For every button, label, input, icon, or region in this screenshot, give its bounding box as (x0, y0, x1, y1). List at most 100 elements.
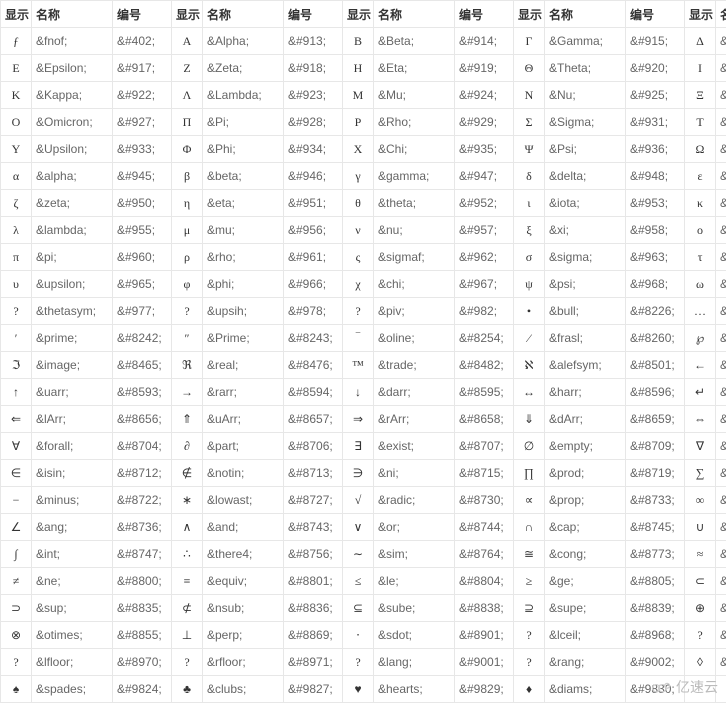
cell-name: &nsub; (203, 595, 284, 622)
cell-display: ? (1, 298, 32, 325)
cell-code: &#961; (284, 244, 343, 271)
cell-display: ⊥ (172, 622, 203, 649)
cell-name: &upsilon; (32, 271, 113, 298)
cell-display: ? (343, 298, 374, 325)
cell-display: ⇑ (172, 406, 203, 433)
cell-display: ∼ (343, 541, 374, 568)
cell-display: → (172, 379, 203, 406)
cell-display: Ρ (343, 109, 374, 136)
cell-name: &spades; (32, 676, 113, 703)
cell-name: &Upsilon; (32, 136, 113, 163)
cell-code: &#968; (626, 271, 685, 298)
cell-display: Δ (685, 28, 716, 55)
table-row: −&minus;&#8722;∗&lowast;&#8727;√&radic;&… (1, 487, 726, 514)
table-row: λ&lambda;&#955;μ&mu;&#956;ν&nu;&#957;ξ&x… (1, 217, 726, 244)
cell-display: ⊕ (685, 595, 716, 622)
cell-name: &rfloor; (203, 649, 284, 676)
table-row: ⊃&sup;&#8835;⊄&nsub;&#8836;⊆&sube;&#8838… (1, 595, 726, 622)
header-code: 编号 (455, 1, 514, 28)
cell-display: ∇ (685, 433, 716, 460)
cell-code: &#8730; (455, 487, 514, 514)
cell-code: &#952; (455, 190, 514, 217)
cell-display: Ο (1, 109, 32, 136)
cell-name: &ge; (545, 568, 626, 595)
cell-display: δ (514, 163, 545, 190)
cell-display: ε (685, 163, 716, 190)
cell-display: Β (343, 28, 374, 55)
table-row: ⇐&lArr;&#8656;⇑&uArr;&#8657;⇒&rArr;&#865… (1, 406, 726, 433)
cell-name: &le; (374, 568, 455, 595)
cell-display: ∑ (685, 460, 716, 487)
cell-name: &rho; (203, 244, 284, 271)
table-row: ′&prime;&#8242;″&Prime;&#8243;‾&oline;&#… (1, 325, 726, 352)
cell-display: ⊂ (685, 568, 716, 595)
table-row: ℑ&image;&#8465;ℜ&real;&#8476;™&trade;&#8… (1, 352, 726, 379)
cell-code: &#946; (284, 163, 343, 190)
table-row: ⊗&otimes;&#8855;⊥&perp;&#8869;⋅&sdot;&#8… (1, 622, 726, 649)
table-header: 显示名称编号显示名称编号显示名称编号显示名称编号显示名称编号 (1, 1, 726, 28)
cell-display: κ (685, 190, 716, 217)
cell-code: &#8465; (113, 352, 172, 379)
cell-name: &lceil; (545, 622, 626, 649)
cell-name: &rceil; (716, 622, 726, 649)
header-code: 编号 (626, 1, 685, 28)
cell-name: &sum; (716, 460, 726, 487)
cell-name: &empty; (545, 433, 626, 460)
entity-table: 显示名称编号显示名称编号显示名称编号显示名称编号显示名称编号 ƒ&fnof;&#… (0, 0, 726, 703)
cell-name: &supe; (545, 595, 626, 622)
cell-display: ⊄ (172, 595, 203, 622)
cell-display: ⇔ (685, 406, 716, 433)
cell-display: φ (172, 271, 203, 298)
cell-name: &piv; (374, 298, 455, 325)
cell-name: &sdot; (374, 622, 455, 649)
cell-display: ? (514, 622, 545, 649)
cell-name: &sub; (716, 568, 726, 595)
cell-name: &tau; (716, 244, 726, 271)
cell-display: Η (343, 55, 374, 82)
cell-name: &notin; (203, 460, 284, 487)
cell-name: &uarr; (32, 379, 113, 406)
table-row: ∠&ang;&#8736;∧&and;&#8743;∨&or;&#8744;∩&… (1, 514, 726, 541)
table-row: ∈&isin;&#8712;∉&notin;&#8713;∋&ni;&#8715… (1, 460, 726, 487)
cell-display: Μ (343, 82, 374, 109)
cell-display: Λ (172, 82, 203, 109)
cell-code: &#8745; (626, 514, 685, 541)
cell-display: ρ (172, 244, 203, 271)
cell-name: &Kappa; (32, 82, 113, 109)
cell-name: &xi; (545, 217, 626, 244)
cell-name: &ni; (374, 460, 455, 487)
header-name: 名称 (716, 1, 726, 28)
cell-display: ≡ (172, 568, 203, 595)
cell-code: &#924; (455, 82, 514, 109)
cell-display: … (685, 298, 716, 325)
cell-name: &Rho; (374, 109, 455, 136)
cell-display: χ (343, 271, 374, 298)
cell-display: ℜ (172, 352, 203, 379)
cell-code: &#982; (455, 298, 514, 325)
cell-code: &#933; (113, 136, 172, 163)
cell-display: Σ (514, 109, 545, 136)
cell-name: &omega; (716, 271, 726, 298)
cell-display: Α (172, 28, 203, 55)
cell-code: &#8243; (284, 325, 343, 352)
cell-display: ⊆ (343, 595, 374, 622)
cell-code: &#8704; (113, 433, 172, 460)
cell-code: &#8901; (455, 622, 514, 649)
cell-code: &#9824; (113, 676, 172, 703)
cell-display: ⊗ (1, 622, 32, 649)
cell-display: σ (514, 244, 545, 271)
cell-code: &#9001; (455, 649, 514, 676)
table-row: ∫&int;&#8747;∴&there4;&#8756;∼&sim;&#876… (1, 541, 726, 568)
cell-display: Χ (343, 136, 374, 163)
cell-display: ⊇ (514, 595, 545, 622)
cell-display: ◊ (685, 649, 716, 676)
cell-code: &#978; (284, 298, 343, 325)
cell-code: &#8594; (284, 379, 343, 406)
table-row: Υ&Upsilon;&#933;Φ&Phi;&#934;Χ&Chi;&#935;… (1, 136, 726, 163)
cell-code: &#920; (626, 55, 685, 82)
cell-name: &zeta; (32, 190, 113, 217)
cell-display: Ω (685, 136, 716, 163)
cell-code: &#8733; (626, 487, 685, 514)
cell-name: &isin; (32, 460, 113, 487)
cell-code: &#8657; (284, 406, 343, 433)
